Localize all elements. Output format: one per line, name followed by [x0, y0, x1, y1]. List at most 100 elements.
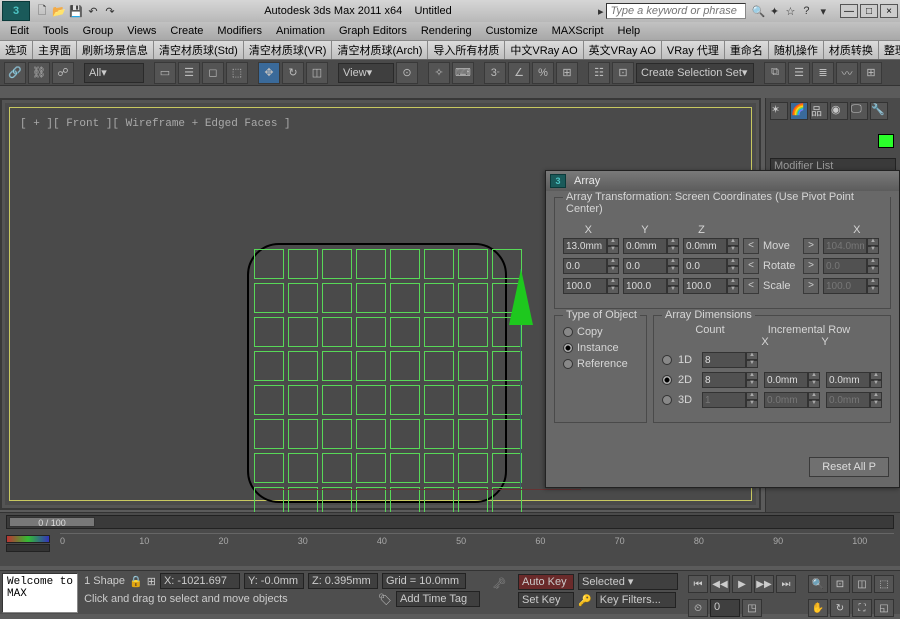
spin-up-icon[interactable]: ▲: [867, 258, 879, 266]
lt-button[interactable]: <: [743, 238, 759, 254]
array-cell[interactable]: [424, 419, 454, 449]
array-cell[interactable]: [492, 385, 522, 415]
act-12[interactable]: 材质转换: [824, 41, 879, 59]
spinner-input[interactable]: [764, 372, 808, 388]
unlink-icon[interactable]: ⛓: [28, 62, 50, 84]
spin-up-icon[interactable]: ▲: [746, 392, 758, 400]
gt-button[interactable]: >: [803, 278, 819, 294]
link-icon[interactable]: 🔗: [4, 62, 26, 84]
radio-icon[interactable]: [662, 355, 672, 365]
app-logo[interactable]: 3: [2, 1, 30, 21]
act-3[interactable]: 清空材质球(Std): [154, 41, 244, 59]
setkey-button[interactable]: Set Key: [518, 592, 574, 608]
motion-tab-icon[interactable]: ◉: [830, 102, 848, 120]
menu-views[interactable]: Views: [121, 24, 162, 38]
spinner-input[interactable]: [826, 392, 870, 408]
lock-sel-icon[interactable]: ⊡: [612, 62, 634, 84]
array-cell[interactable]: [356, 283, 386, 313]
spin-up-icon[interactable]: ▲: [808, 372, 820, 380]
key-icon[interactable]: 🗝: [492, 577, 506, 590]
trackbar-row[interactable]: [6, 544, 50, 552]
array-cell[interactable]: [356, 249, 386, 279]
key-big-icon[interactable]: 🔑: [578, 594, 592, 607]
spinner-input[interactable]: [702, 352, 746, 368]
zoom-all-icon[interactable]: ⊡: [830, 575, 850, 593]
array-cell[interactable]: [424, 283, 454, 313]
spin-down-icon[interactable]: ▼: [667, 266, 679, 274]
window-crossing-icon[interactable]: ⬚: [226, 62, 248, 84]
spin-down-icon[interactable]: ▼: [746, 400, 758, 408]
spin-up-icon[interactable]: ▲: [667, 278, 679, 286]
act-8[interactable]: 英文VRay AO: [584, 41, 662, 59]
array-cell[interactable]: [390, 283, 420, 313]
spin-up-icon[interactable]: ▲: [808, 392, 820, 400]
act-9[interactable]: VRay 代理: [662, 41, 725, 59]
spin-down-icon[interactable]: ▼: [727, 266, 739, 274]
array-cell[interactable]: [288, 385, 318, 415]
array-cell[interactable]: [424, 351, 454, 381]
array-cell[interactable]: [458, 351, 488, 381]
spin-up-icon[interactable]: ▲: [667, 258, 679, 266]
min-max-icon[interactable]: ◱: [874, 599, 894, 617]
angle-snap-icon[interactable]: ∠: [508, 62, 530, 84]
array-cell[interactable]: [424, 385, 454, 415]
array-cell[interactable]: [390, 249, 420, 279]
orbit-icon[interactable]: ↻: [830, 599, 850, 617]
array-cell[interactable]: [356, 419, 386, 449]
spin-up-icon[interactable]: ▲: [746, 352, 758, 360]
pivot-icon[interactable]: ⊙: [396, 62, 418, 84]
keymode-dropdown[interactable]: Selected ▾: [578, 573, 678, 590]
keyfilters-button[interactable]: Key Filters...: [596, 592, 676, 608]
array-cell[interactable]: [356, 453, 386, 483]
spin-down-icon[interactable]: ▼: [727, 286, 739, 294]
spinner-input[interactable]: [563, 278, 607, 294]
act-11[interactable]: 随机操作: [769, 41, 824, 59]
spinner-input[interactable]: [623, 238, 667, 254]
spin-up-icon[interactable]: ▲: [667, 238, 679, 246]
spinner-input[interactable]: [683, 238, 727, 254]
array-cell[interactable]: [254, 385, 284, 415]
time-tag-field[interactable]: Add Time Tag: [396, 591, 480, 607]
type-option-copy[interactable]: Copy: [563, 326, 638, 338]
bind-icon[interactable]: ☍: [52, 62, 74, 84]
spin-up-icon[interactable]: ▲: [867, 238, 879, 246]
menu-grapheditors[interactable]: Graph Editors: [333, 24, 413, 38]
spin-down-icon[interactable]: ▼: [667, 286, 679, 294]
array-cell[interactable]: [458, 249, 488, 279]
spin-up-icon[interactable]: ▲: [867, 278, 879, 286]
spin-up-icon[interactable]: ▲: [727, 258, 739, 266]
menu-modifiers[interactable]: Modifiers: [211, 24, 268, 38]
refcoord-dropdown[interactable]: View ▾: [338, 63, 394, 83]
next-frame-icon[interactable]: ▶▶: [754, 575, 774, 593]
spin-down-icon[interactable]: ▼: [746, 380, 758, 388]
type-option-instance[interactable]: Instance: [563, 342, 638, 354]
spin-down-icon[interactable]: ▼: [870, 400, 882, 408]
object-color[interactable]: [878, 134, 894, 148]
array-cell[interactable]: [356, 385, 386, 415]
binoculars-icon[interactable]: 🔍: [750, 3, 766, 19]
spin-down-icon[interactable]: ▼: [607, 266, 619, 274]
spinner-input[interactable]: [823, 278, 867, 294]
help-icon[interactable]: ✦: [766, 3, 782, 19]
array-cell[interactable]: [288, 283, 318, 313]
gt-button[interactable]: >: [803, 258, 819, 274]
array-cell[interactable]: [424, 249, 454, 279]
modify-tab-icon[interactable]: 🌈: [790, 102, 808, 120]
array-cell[interactable]: [458, 385, 488, 415]
spinner-input[interactable]: [702, 392, 746, 408]
search-input[interactable]: [606, 3, 746, 19]
spin-up-icon[interactable]: ▲: [607, 278, 619, 286]
array-cell[interactable]: [356, 351, 386, 381]
time-config-icon[interactable]: ⏲: [688, 599, 708, 617]
array-cell[interactable]: [322, 249, 352, 279]
spinner-input[interactable]: [702, 372, 746, 388]
q-icon[interactable]: ?: [798, 3, 814, 19]
curve-editor-icon[interactable]: 〰: [836, 62, 858, 84]
menu-group[interactable]: Group: [77, 24, 120, 38]
spinner-input[interactable]: [683, 278, 727, 294]
close-button[interactable]: ×: [880, 4, 898, 18]
coord-z[interactable]: Z: 0.395mm: [308, 573, 378, 589]
array-cell[interactable]: [254, 317, 284, 347]
array-cell[interactable]: [458, 419, 488, 449]
radio-icon[interactable]: [662, 395, 672, 405]
